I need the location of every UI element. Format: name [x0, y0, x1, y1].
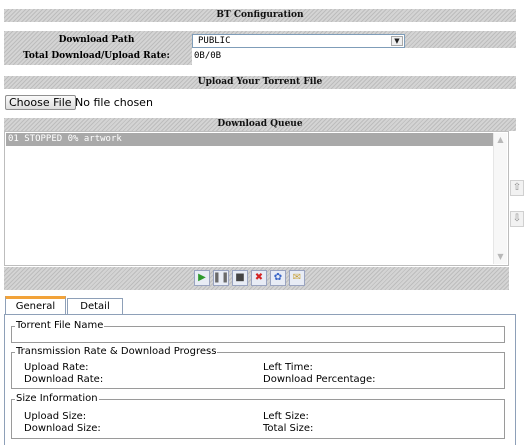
- bt-config-title: BT Configuration: [216, 10, 304, 20]
- download-size-label: Download Size:: [24, 423, 101, 434]
- scroll-down-icon[interactable]: ▼: [494, 250, 507, 264]
- upload-rate-label: Upload Rate:: [24, 362, 89, 373]
- size-info-legend: Size Information: [15, 393, 99, 405]
- download-percentage-label: Download Percentage:: [263, 374, 376, 385]
- settings-icon: ✿: [273, 272, 283, 283]
- queue-toolbar: ▶ ❚❚ ■ ✖ ✿ ✉: [4, 267, 509, 290]
- download-path-select[interactable]: PUBLIC ▼: [192, 34, 405, 48]
- choose-file-button[interactable]: Choose File: [5, 95, 76, 110]
- size-info-group: Size Information Upload Size: Left Size:…: [11, 393, 505, 439]
- download-path-value: PUBLIC: [198, 36, 231, 46]
- config-panel: Download Path PUBLIC ▼ Total Download/Up…: [4, 31, 516, 65]
- tab-detail[interactable]: Detail: [67, 298, 123, 315]
- download-rate-label: Download Rate:: [24, 374, 104, 385]
- total-size-label: Total Size:: [263, 423, 314, 434]
- arrow-down-icon: ⇩: [512, 213, 522, 224]
- transmission-group: Transmission Rate & Download Progress Up…: [11, 346, 505, 389]
- stop-button[interactable]: ■: [232, 270, 248, 286]
- queue-scrollbar[interactable]: ▲ ▼: [493, 133, 507, 264]
- delete-icon: ✖: [254, 272, 264, 283]
- mail-icon: ✉: [292, 272, 302, 283]
- download-queue-title: Download Queue: [217, 119, 303, 129]
- delete-button[interactable]: ✖: [251, 270, 267, 286]
- download-queue-list[interactable]: 01 STOPPED 0% artwork ▲ ▼: [4, 131, 509, 266]
- left-time-label: Left Time:: [263, 362, 313, 373]
- scroll-up-icon[interactable]: ▲: [494, 133, 507, 147]
- start-button[interactable]: ▶: [194, 270, 210, 286]
- bt-config-header: BT Configuration: [4, 9, 516, 22]
- move-up-button[interactable]: ⇧: [510, 180, 524, 196]
- torrent-file-name-group: Torrent File Name: [11, 320, 505, 343]
- rate-value: 0B/0B: [194, 51, 222, 61]
- tab-general-label: General: [15, 301, 56, 312]
- chevron-down-icon: ▼: [391, 36, 403, 46]
- move-down-button[interactable]: ⇩: [510, 211, 524, 227]
- upload-torrent-title: Upload Your Torrent File: [197, 77, 323, 87]
- transmission-legend: Transmission Rate & Download Progress: [15, 346, 218, 358]
- rate-value-cell: 0B/0B: [192, 48, 516, 65]
- left-size-label: Left Size:: [263, 411, 309, 422]
- tab-general[interactable]: General: [5, 296, 66, 315]
- upload-torrent-header: Upload Your Torrent File: [4, 76, 516, 89]
- tab-detail-label: Detail: [80, 301, 110, 312]
- upload-size-label: Upload Size:: [24, 411, 87, 422]
- download-queue-header: Download Queue: [4, 118, 516, 131]
- arrow-up-icon: ⇧: [512, 182, 522, 193]
- file-status-text: No file chosen: [75, 96, 153, 109]
- download-path-label: Download Path: [58, 35, 135, 45]
- stop-icon: ■: [235, 272, 245, 283]
- settings-button[interactable]: ✿: [270, 270, 286, 286]
- general-panel: Torrent File Name Transmission Rate & Do…: [4, 314, 516, 445]
- mail-button[interactable]: ✉: [289, 270, 305, 286]
- torrent-file-name-legend: Torrent File Name: [15, 320, 105, 332]
- pause-button[interactable]: ❚❚: [213, 270, 229, 286]
- pause-icon: ❚❚: [212, 272, 230, 283]
- rate-label: Total Download/Upload Rate:: [23, 51, 170, 61]
- queue-item[interactable]: 01 STOPPED 0% artwork: [6, 133, 495, 146]
- toolbar-button-group: ▶ ❚❚ ■ ✖ ✿ ✉: [194, 270, 305, 286]
- start-icon: ▶: [198, 272, 206, 283]
